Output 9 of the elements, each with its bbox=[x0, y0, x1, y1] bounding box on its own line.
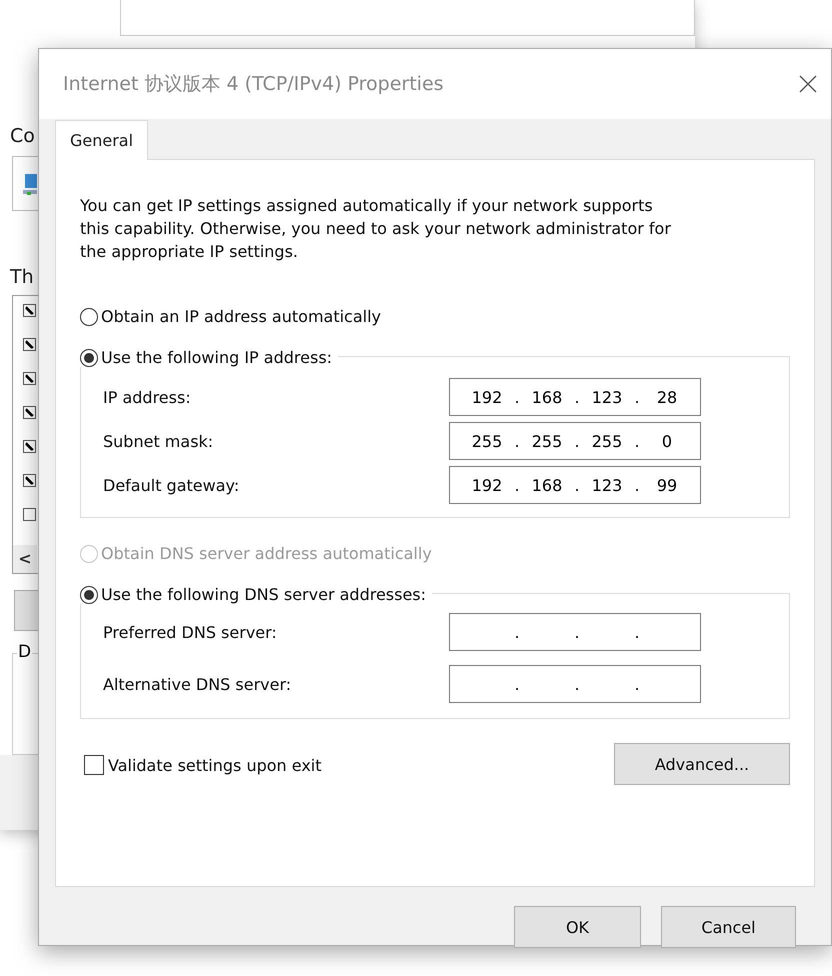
components-label: Th bbox=[10, 265, 34, 290]
field-label: Alternative DNS server: bbox=[103, 674, 292, 694]
window-title: Internet 协议版本 4 (TCP/IPv4) Properties bbox=[63, 72, 444, 97]
field-label: IP address: bbox=[103, 388, 191, 406]
field-label: Default gateway: bbox=[103, 476, 240, 494]
description-text: You can get IP settings assigned automatically if your network supports this capability. Otherwise, you need to ask your network administrator for the appropriate IP settings. bbox=[80, 195, 672, 263]
connect-label: Co bbox=[10, 124, 35, 148]
field-label: Preferred DNS server: bbox=[103, 622, 277, 642]
field-label: Subnet mask: bbox=[103, 432, 214, 450]
